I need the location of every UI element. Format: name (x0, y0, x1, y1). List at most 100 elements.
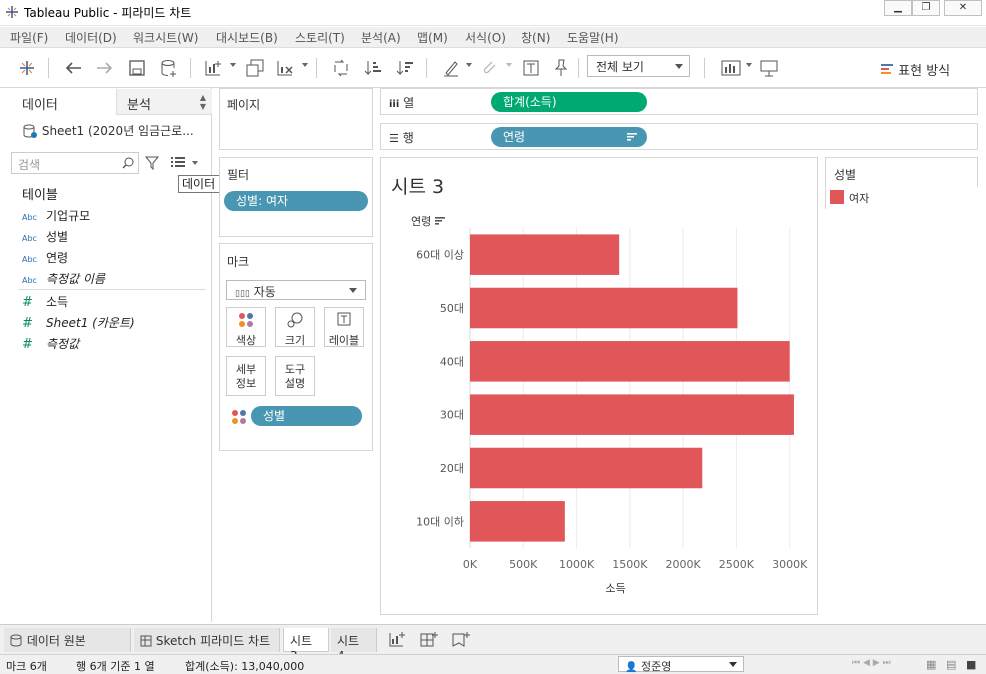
tab-sheet[interactable]: 시트 4 (331, 628, 377, 663)
show-filmstrip-icon[interactable]: ▤ (946, 658, 956, 671)
highlight-icon[interactable] (440, 57, 462, 79)
show-me-button[interactable]: 표현 방식 (880, 60, 950, 79)
show-labels-icon[interactable] (520, 57, 542, 79)
new-dashboard-icon[interactable] (420, 631, 438, 649)
tab-data[interactable]: 데이터 (2, 89, 117, 115)
field-item[interactable]: # 소득 (22, 293, 68, 311)
minimize-button[interactable]: ▁ (884, 0, 912, 16)
bar[interactable] (470, 287, 738, 329)
menu-data[interactable]: 데이터(D) (65, 29, 117, 46)
tables-heading: 테이블 (22, 188, 58, 203)
close-button[interactable]: ✕ (944, 0, 982, 16)
new-worksheet-icon[interactable] (202, 57, 224, 79)
bar[interactable] (470, 501, 565, 542)
legend-item[interactable]: 여자 (826, 187, 978, 209)
tableau-home-icon[interactable] (16, 57, 38, 79)
group-members-icon[interactable] (478, 57, 500, 79)
swap-rows-columns-icon[interactable] (330, 57, 352, 79)
string-type-icon: Abc (22, 213, 37, 222)
database-icon (10, 634, 22, 647)
field-name: Sheet1 (카운트) (46, 316, 135, 330)
label-button[interactable]: 레이블 (324, 307, 364, 347)
mark-type-select[interactable]: ▯▯▯ 자동 (226, 280, 366, 300)
bar[interactable] (470, 234, 620, 275)
rows-icon: ☰ (389, 132, 399, 145)
filter-icon[interactable] (145, 156, 159, 170)
menu-format[interactable]: 서식(O) (465, 29, 506, 46)
tooltip-button[interactable]: 도구 설명 (275, 356, 315, 396)
database-icon (23, 124, 37, 138)
bar[interactable] (470, 394, 794, 435)
field-item[interactable]: # 측정값 (22, 335, 79, 353)
filter-pill[interactable]: 성별: 여자 (224, 191, 368, 211)
color-button[interactable]: 색상 (226, 307, 266, 347)
bar-chart: 0K 500K 1000K 1500K 2000K 2500K 3000K 소득 60대 이상 5… (416, 228, 808, 595)
maximize-button[interactable]: ❐ (912, 0, 940, 16)
sort-descending-icon[interactable] (394, 57, 416, 79)
view-data-icon[interactable] (170, 156, 186, 168)
sheet-navigation[interactable]: ⏮ ◀ ▶ ⏭ (852, 658, 891, 668)
field-item[interactable]: Abc 측정값 이름 (22, 270, 105, 288)
datasource-item[interactable]: Sheet1 (2020년 임금근로... (22, 122, 194, 139)
rows-pill[interactable]: 연령 (491, 127, 647, 147)
bar[interactable] (470, 341, 790, 382)
new-datasource-icon[interactable] (158, 57, 180, 79)
bar[interactable] (470, 447, 703, 489)
pages-card[interactable]: 페이지 (219, 88, 373, 150)
user-menu[interactable]: 👤 정준영 (618, 656, 744, 673)
fit-select[interactable]: 전체 보기 (587, 55, 690, 77)
chevron-down-icon[interactable] (192, 161, 198, 165)
number-type-icon: # (22, 295, 33, 310)
rows-shelf[interactable]: ☰ 행 연령 (380, 123, 978, 150)
field-item[interactable]: Abc 기업규모 (22, 207, 90, 225)
field-item[interactable]: Abc 성별 (22, 228, 68, 246)
columns-shelf[interactable]: iii 열 합계(소득) (380, 88, 978, 115)
new-story-icon[interactable] (452, 631, 470, 649)
tab-analysis[interactable]: 분석 ▲ ▼ (117, 89, 212, 115)
presentation-mode-icon[interactable] (758, 57, 780, 79)
field-item[interactable]: Abc 연령 (22, 249, 68, 267)
chevron-down-icon (675, 64, 683, 69)
size-button[interactable]: 크기 (275, 307, 315, 347)
field-name: 연령 (46, 251, 69, 265)
menu-help[interactable]: 도움말(H) (567, 29, 619, 46)
fix-axes-icon[interactable] (550, 57, 572, 79)
tab-sheet[interactable]: Sketch 피라미드 차트 (134, 628, 280, 652)
menu-file[interactable]: 파일(F) (10, 29, 48, 46)
undo-icon[interactable] (62, 57, 84, 79)
y-category-label: 60대 이상 (416, 249, 464, 262)
menu-window[interactable]: 창(N) (521, 29, 550, 46)
columns-pill[interactable]: 합계(소득) (491, 92, 647, 112)
search-input[interactable]: 검색 (11, 152, 139, 174)
label-label: 레이블 (328, 334, 360, 347)
menu-story[interactable]: 스토리(T) (295, 29, 345, 46)
show-sheet-sorter-icon[interactable]: ▦ (926, 658, 936, 671)
color-pill[interactable]: 성별 (251, 406, 362, 426)
status-bar: 마크 6개 행 6개 기준 1 열 합계(소득): 13,040,000 ⏮ ◀… (0, 654, 986, 674)
field-name: 측정값 이름 (46, 272, 106, 286)
detail-button[interactable]: 세부 정보 (226, 356, 266, 396)
search-placeholder: 검색 (18, 158, 41, 172)
show-cards-icon[interactable] (720, 57, 742, 79)
x-tick-label: 500K (509, 558, 538, 571)
tab-sheet-active[interactable]: 시트 3 (283, 628, 329, 663)
save-icon[interactable] (126, 57, 148, 79)
x-tick-label: 2000K (666, 558, 702, 571)
show-tabs-icon[interactable]: ■ (966, 658, 976, 671)
redo-icon[interactable] (94, 57, 116, 79)
field-item[interactable]: # Sheet1 (카운트) (22, 314, 135, 332)
clear-sheet-icon[interactable] (274, 57, 296, 79)
filters-card[interactable]: 필터 성별: 여자 (219, 157, 373, 237)
menu-map[interactable]: 맵(M) (417, 29, 448, 46)
divider (18, 289, 206, 290)
show-me-label: 표현 방식 (898, 64, 951, 79)
sheet-tabs-bar: 데이터 원본 Sketch 피라미드 차트 시트 3 시트 4 (0, 624, 986, 663)
sort-ascending-icon[interactable] (362, 57, 384, 79)
menu-analysis[interactable]: 분석(A) (361, 29, 401, 46)
menu-dashboard[interactable]: 대시보드(B) (216, 29, 278, 46)
duplicate-sheet-icon[interactable] (244, 57, 266, 79)
tab-datasource[interactable]: 데이터 원본 (4, 628, 131, 652)
menu-worksheet[interactable]: 워크시트(W) (133, 29, 198, 46)
new-worksheet-icon[interactable] (388, 631, 406, 649)
window-title: Tableau Public - 피라미드 차트 (24, 6, 192, 20)
